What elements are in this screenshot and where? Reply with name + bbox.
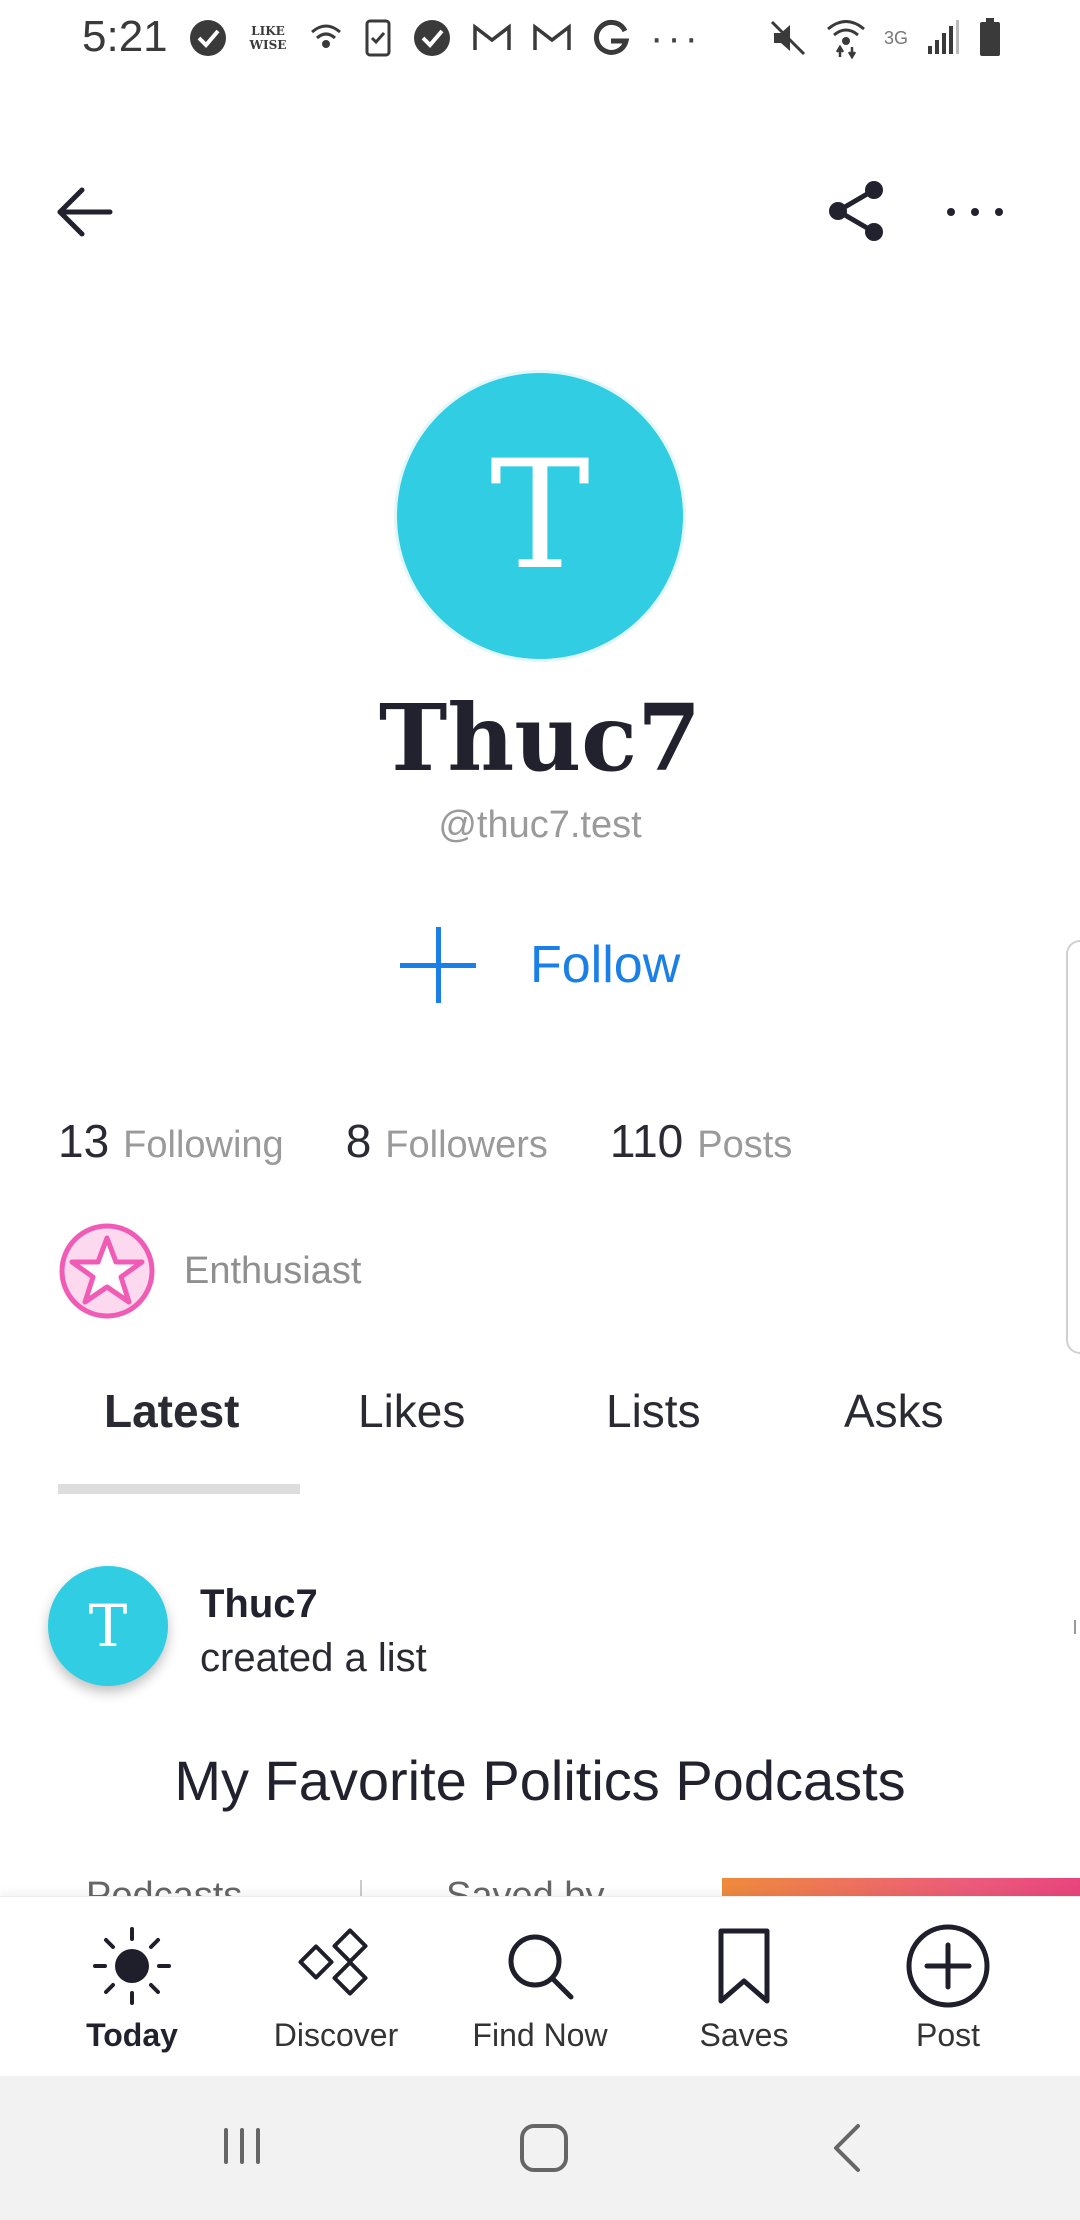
- bottom-navigation: Today Discover Find Now Saves Post: [0, 1896, 1080, 2076]
- recent-apps-icon[interactable]: [204, 2116, 284, 2180]
- status-time: 5:21: [82, 12, 168, 61]
- battery-icon: [980, 18, 1000, 56]
- follow-button[interactable]: Follow: [400, 920, 720, 1010]
- profile-avatar: T: [394, 370, 686, 662]
- wifi-calling-icon: [311, 24, 341, 48]
- google-icon: [593, 19, 630, 55]
- discover-icon: [298, 1928, 368, 1996]
- user-badge[interactable]: Enthusiast: [58, 1222, 361, 1320]
- sun-icon: [93, 1927, 171, 2005]
- gmail-icon: [533, 23, 571, 50]
- stat-followers[interactable]: 8 Followers: [346, 1114, 548, 1168]
- nav-discover[interactable]: Discover: [236, 1897, 436, 2077]
- divider: [360, 1880, 362, 1896]
- more-notifications-icon: ···: [650, 16, 702, 60]
- stat-following[interactable]: 13 Following: [58, 1114, 284, 1168]
- list-card-label: Podcasts: [86, 1875, 243, 1896]
- tab-indicator: [58, 1484, 300, 1494]
- list-card-preview[interactable]: Podcasts Saved by: [0, 1870, 1080, 1896]
- stat-label: Following: [123, 1124, 284, 1166]
- profile-tabs: Latest Likes Lists Asks: [58, 1384, 1022, 1494]
- nav-label: Discover: [273, 2017, 399, 2053]
- back-arrow-icon[interactable]: [52, 180, 116, 244]
- feed-username[interactable]: Thuc7: [200, 1582, 318, 1627]
- svg-text:WISE: WISE: [249, 38, 287, 52]
- nav-label: Saves: [699, 2017, 789, 2053]
- profile-name: Thuc7: [378, 684, 702, 792]
- nav-label: Post: [915, 2017, 981, 2053]
- list-card-label: Saved by: [446, 1875, 605, 1896]
- notification-icons: LIKE WISE ···: [188, 14, 702, 62]
- plus-icon: [400, 927, 476, 1003]
- profile-stats: 13 Following 8 Followers 110 Posts: [58, 1114, 792, 1168]
- list-card-image: [722, 1878, 1080, 1896]
- feed-menu-edge[interactable]: [1074, 1620, 1080, 1634]
- nav-label: Find Now: [472, 2017, 608, 2053]
- plus-circle-icon: [906, 1924, 990, 2008]
- share-icon[interactable]: [822, 176, 892, 246]
- feed-avatar[interactable]: T: [48, 1566, 168, 1686]
- gmail-icon: [473, 23, 511, 50]
- stat-label: Posts: [697, 1124, 793, 1166]
- home-icon[interactable]: [504, 2116, 584, 2180]
- search-icon: [508, 1934, 574, 2000]
- stat-value: 8: [345, 1115, 372, 1167]
- network-type: 3G: [883, 27, 908, 48]
- more-options-icon[interactable]: [940, 192, 1010, 232]
- nav-today[interactable]: Today: [32, 1897, 232, 2077]
- badge-label: Enthusiast: [184, 1249, 362, 1292]
- profile-handle: @thuc7.test: [438, 804, 642, 846]
- status-bar: 5:21 LIKE WISE ··· 3G: [0, 0, 1080, 80]
- wifi-icon: [827, 20, 865, 59]
- stat-value: 110: [609, 1115, 684, 1167]
- star-badge-icon: [59, 1223, 155, 1319]
- follow-label: Follow: [530, 936, 681, 994]
- nav-saves[interactable]: Saves: [644, 1897, 844, 2077]
- tab-lists[interactable]: Lists: [606, 1384, 701, 1438]
- nav-find-now[interactable]: Find Now: [440, 1897, 640, 2077]
- stat-label: Followers: [385, 1124, 548, 1166]
- stat-value: 13: [58, 1115, 110, 1167]
- mute-icon: [770, 20, 806, 56]
- side-panel-handle[interactable]: [1066, 940, 1080, 1354]
- system-icons: 3G: [768, 14, 1002, 62]
- check-circle-icon: [190, 20, 226, 56]
- feed-action-text: created a list: [200, 1636, 427, 1680]
- nav-post[interactable]: Post: [848, 1897, 1048, 2077]
- signal-icon: [928, 20, 959, 54]
- system-navigation-bar: [0, 2076, 1080, 2220]
- app-bar: [0, 160, 1080, 260]
- nav-label: Today: [86, 2017, 178, 2053]
- clipboard-icon: [365, 19, 391, 57]
- tab-likes[interactable]: Likes: [358, 1384, 465, 1438]
- check-circle-icon: [414, 20, 450, 56]
- system-back-icon[interactable]: [808, 2116, 888, 2180]
- svg-text:LIKE: LIKE: [251, 24, 285, 38]
- tab-asks[interactable]: Asks: [844, 1384, 944, 1438]
- bookmark-icon: [718, 1928, 770, 2004]
- tab-latest[interactable]: Latest: [104, 1384, 239, 1438]
- likewise-icon: LIKEWISE: [249, 24, 287, 52]
- list-title[interactable]: My Favorite Politics Podcasts: [0, 1748, 1080, 1813]
- stat-posts[interactable]: 110 Posts: [610, 1114, 792, 1168]
